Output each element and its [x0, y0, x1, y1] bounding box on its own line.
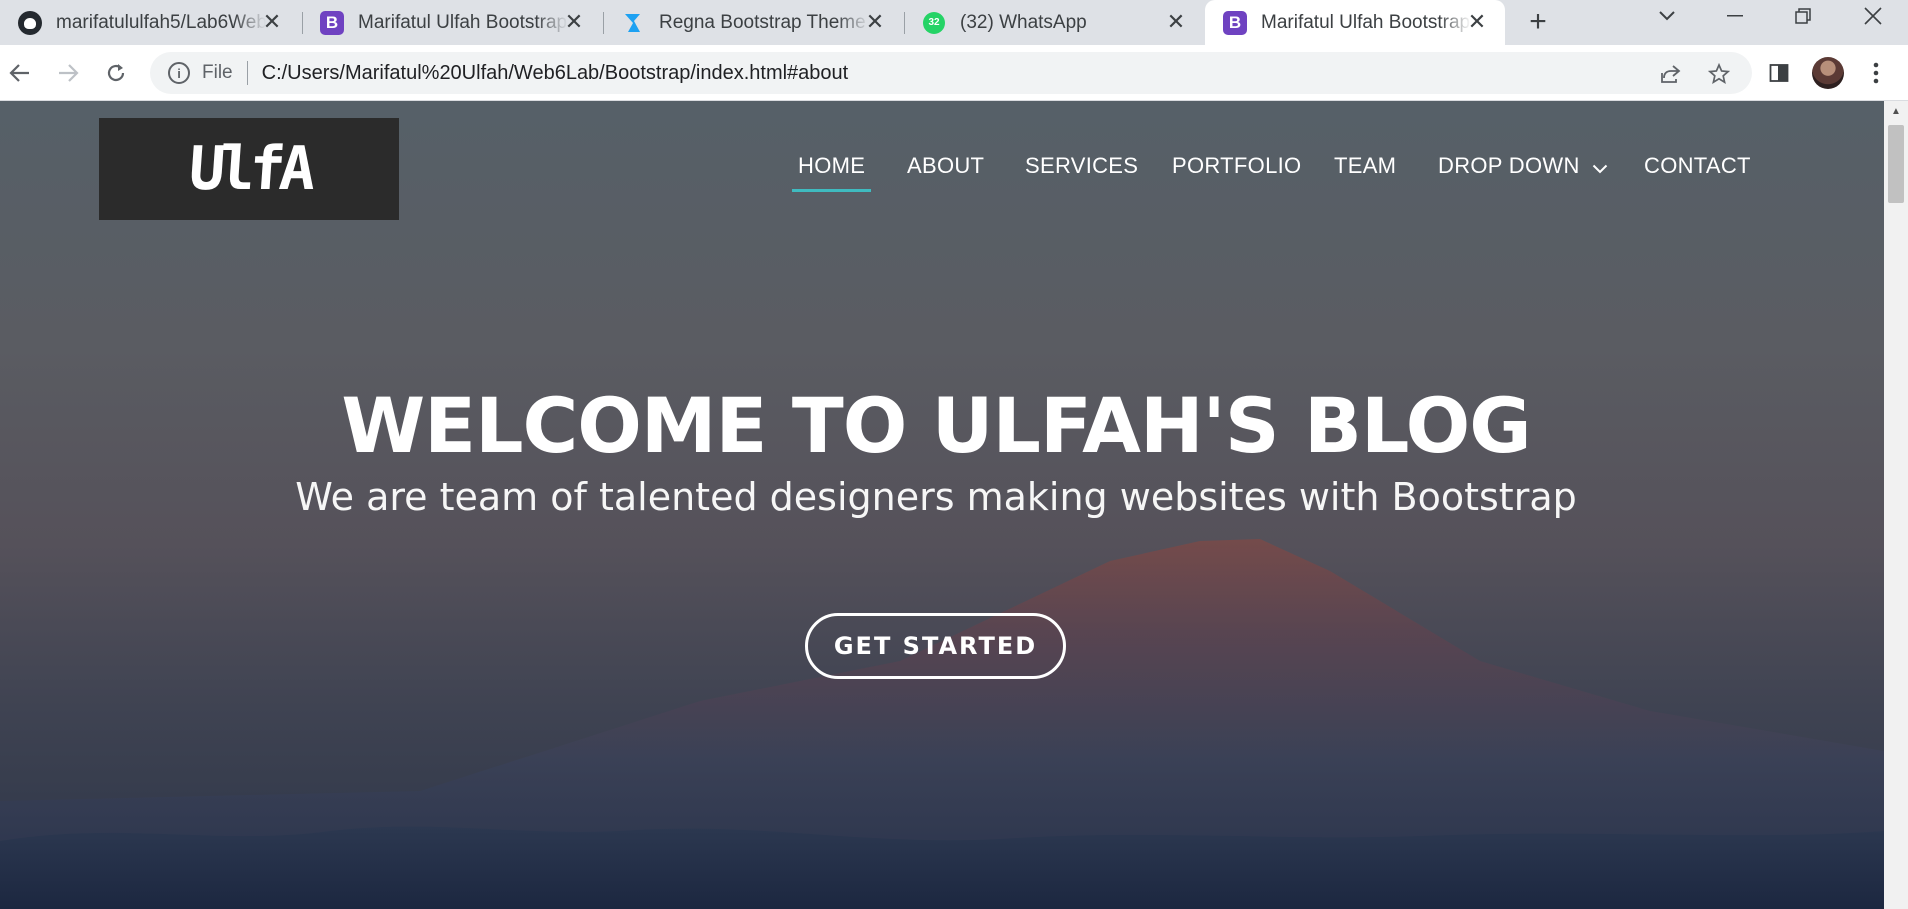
restore-icon[interactable] [1769, 0, 1837, 32]
tab-title: Marifatul Ulfah Bootstrap [358, 11, 568, 33]
close-icon[interactable]: ✕ [1465, 9, 1489, 34]
info-icon[interactable]: i [168, 62, 190, 84]
tab-title: Marifatul Ulfah Bootstrap [1261, 11, 1471, 33]
close-icon[interactable]: ✕ [260, 9, 284, 34]
nav-home[interactable]: HOME [791, 153, 872, 192]
address-bar[interactable]: i File C:/Users/Marifatul%20Ulfah/Web6La… [150, 52, 1752, 94]
close-window-icon[interactable] [1838, 0, 1908, 32]
bookmark-star-icon[interactable] [1705, 60, 1733, 88]
close-icon[interactable]: ✕ [863, 9, 887, 34]
forward-button[interactable] [50, 55, 86, 91]
chevron-down-icon [1592, 154, 1608, 180]
tab-title: Regna Bootstrap Theme | [659, 11, 869, 33]
nav-services[interactable]: SERVICES [1025, 153, 1138, 179]
nav-team[interactable]: TEAM [1334, 153, 1396, 179]
url-text[interactable]: C:/Users/Marifatul%20Ulfah/Web6Lab/Boots… [262, 62, 849, 85]
tab-github[interactable]: marifatululfah5/Lab6Web ✕ [0, 0, 300, 45]
scheme-label: File [202, 62, 233, 83]
tab-regna[interactable]: Regna Bootstrap Theme | ✕ [603, 0, 903, 45]
back-button[interactable] [2, 55, 38, 91]
reload-button[interactable] [98, 55, 134, 91]
github-icon [18, 10, 42, 35]
nav-dropdown[interactable]: DROP DOWN [1438, 153, 1608, 180]
tab-strip: marifatululfah5/Lab6Web ✕ B Marifatul Ul… [0, 0, 1908, 45]
nav-dropdown-label: DROP DOWN [1438, 153, 1580, 178]
share-icon[interactable] [1656, 60, 1684, 88]
nav-portfolio[interactable]: PORTFOLIO [1172, 153, 1301, 179]
get-started-button[interactable]: GET STARTED [805, 613, 1066, 679]
minimize-icon[interactable] [1701, 0, 1769, 32]
browser-toolbar: i File C:/Users/Marifatul%20Ulfah/Web6La… [0, 45, 1908, 101]
tab-whatsapp[interactable]: 32 (32) WhatsApp ✕ [904, 0, 1204, 45]
tab-bootstrap-active[interactable]: B Marifatul Ulfah Bootstrap ✕ [1205, 0, 1505, 45]
whatsapp-icon: 32 [922, 11, 946, 35]
tab-bootstrap-1[interactable]: B Marifatul Ulfah Bootstrap ✕ [302, 0, 602, 45]
site-navbar: HOME ABOUT SERVICES PORTFOLIO TEAM DROP … [0, 153, 1884, 193]
profile-avatar[interactable] [1810, 55, 1846, 91]
omnibox-divider [246, 61, 248, 85]
menu-kebab-icon[interactable] [1858, 55, 1894, 91]
new-tab-button[interactable]: + [1522, 5, 1554, 38]
nav-contact[interactable]: CONTACT [1644, 153, 1751, 179]
tab-title: marifatululfah5/Lab6Web [56, 11, 266, 33]
close-icon[interactable]: ✕ [562, 9, 586, 34]
side-panel-icon[interactable] [1761, 55, 1797, 91]
tab-title: (32) WhatsApp [960, 11, 1087, 33]
regna-icon [621, 11, 645, 35]
scroll-up-icon[interactable]: ▲ [1884, 101, 1908, 121]
scrollbar-thumb[interactable] [1888, 125, 1904, 203]
bootstrap-icon: B [320, 10, 344, 35]
page-scrollbar[interactable]: ▲ [1884, 101, 1908, 909]
bootstrap-icon: B [1223, 10, 1247, 35]
tab-search-icon[interactable] [1633, 0, 1701, 32]
close-icon[interactable]: ✕ [1164, 9, 1188, 34]
hero-title: WELCOME TO ULFAH'S BLOG [341, 381, 1531, 470]
hero-subtitle: We are team of talented designers making… [295, 475, 1577, 519]
page-viewport: UlfA HOME ABOUT SERVICES PORTFOLIO TEAM … [0, 101, 1884, 909]
nav-about[interactable]: ABOUT [907, 153, 984, 179]
